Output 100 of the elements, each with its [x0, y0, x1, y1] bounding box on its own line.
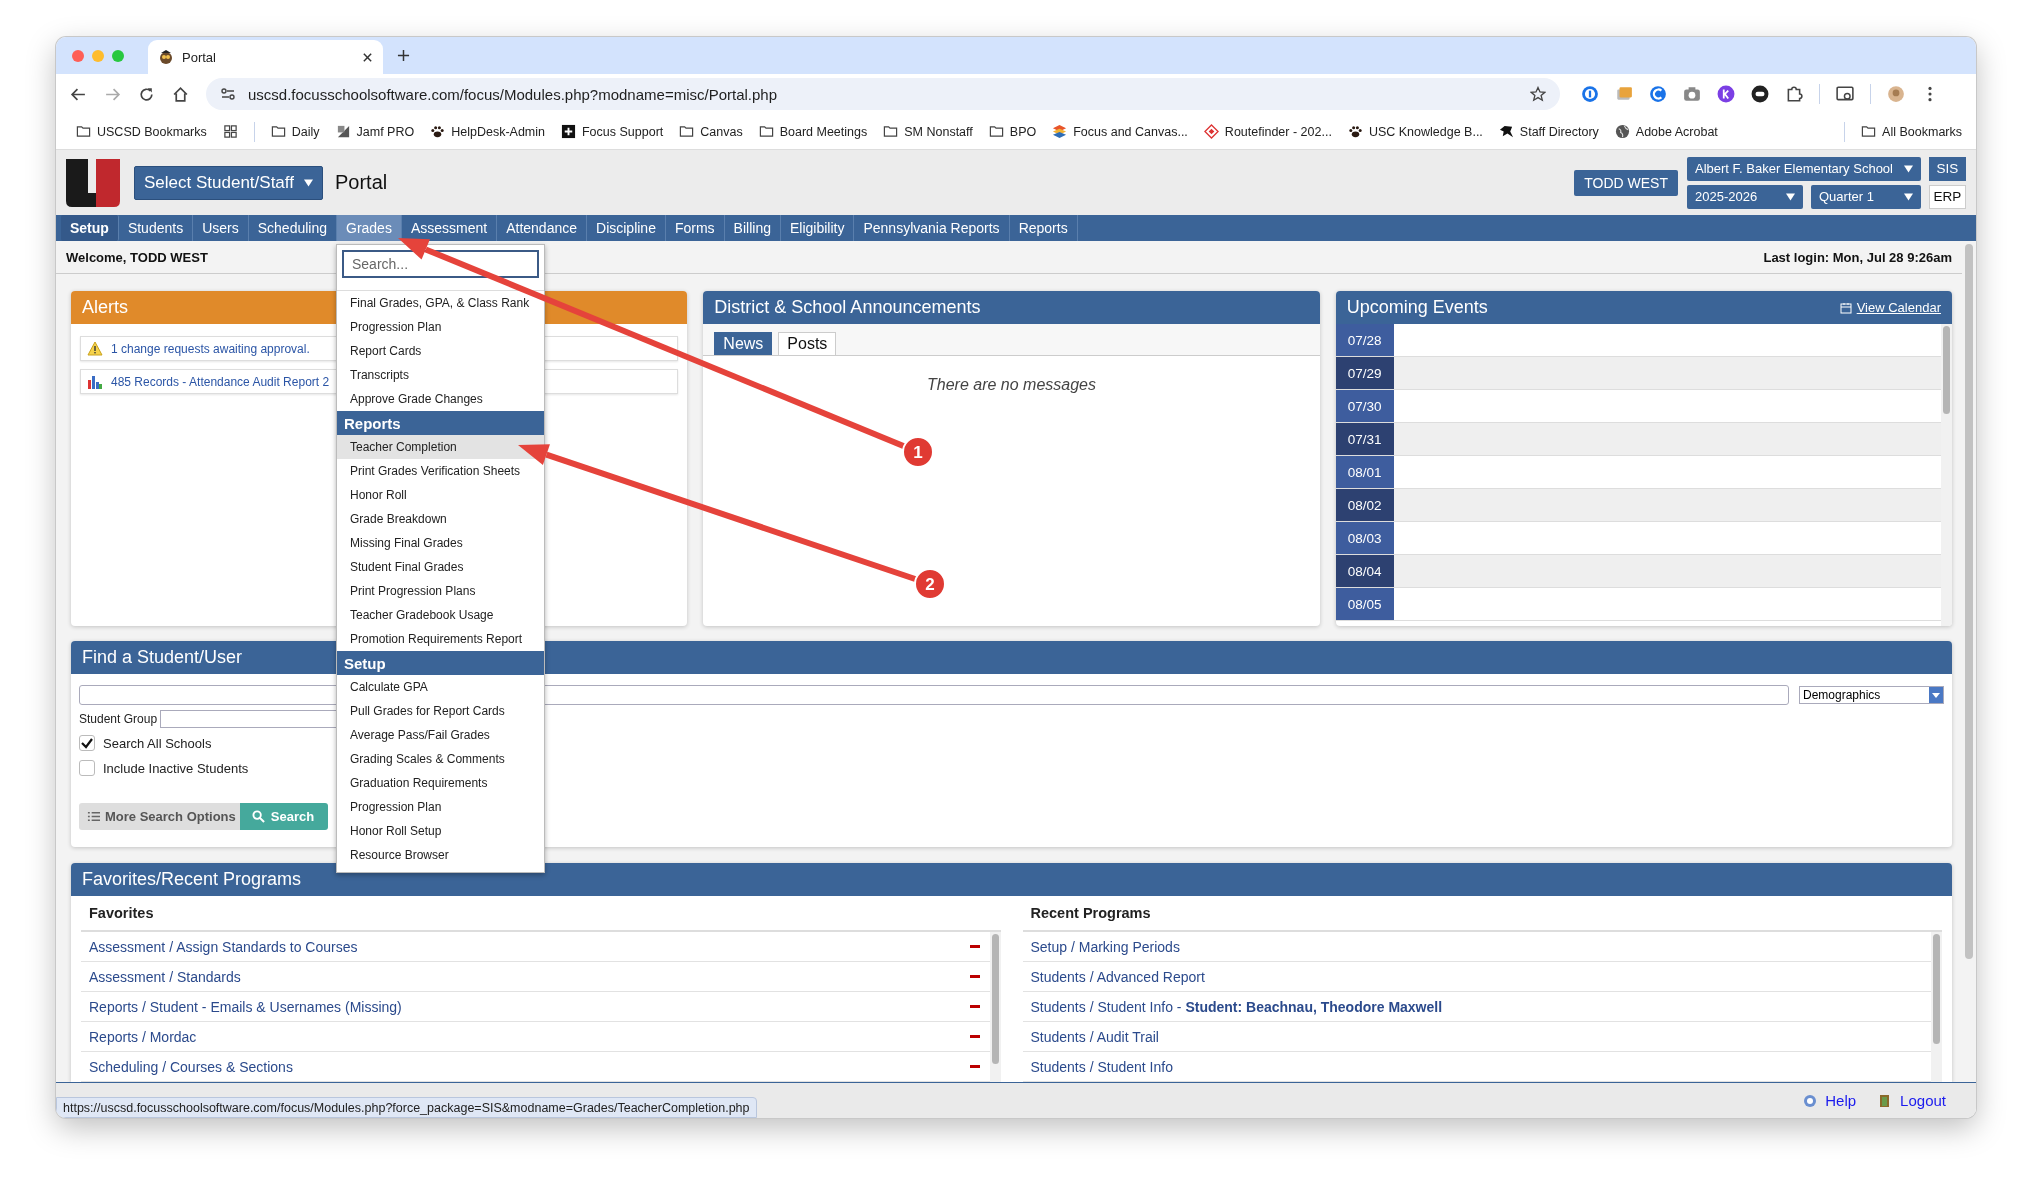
- recent-program-link[interactable]: Students / Student Info: [1030, 1058, 1173, 1075]
- quarter-select[interactable]: Quarter 1: [1811, 184, 1921, 209]
- checkbox[interactable]: [79, 735, 95, 751]
- menu-item[interactable]: Honor Roll: [337, 483, 544, 507]
- menu-item[interactable]: Approve Grade Changes: [337, 387, 544, 411]
- more-options-button[interactable]: More Search Options: [79, 803, 240, 830]
- menu-item[interactable]: Missing Final Grades: [337, 531, 544, 555]
- nav-tab[interactable]: Discipline: [587, 215, 666, 241]
- announcement-tab[interactable]: Posts: [778, 332, 837, 355]
- star-icon[interactable]: [1530, 86, 1546, 103]
- nav-tab[interactable]: Forms: [665, 215, 725, 241]
- menu-item[interactable]: Grading Scales & Comments: [337, 747, 544, 771]
- menu-item[interactable]: Promotion Requirements Report: [337, 627, 544, 651]
- bookmark[interactable]: Jamf PRO: [335, 124, 415, 140]
- puzzle-icon[interactable]: [1785, 85, 1803, 104]
- extension-icon[interactable]: [1751, 85, 1769, 104]
- folder-icon: [1861, 124, 1877, 140]
- reload-button[interactable]: [138, 85, 155, 103]
- avatar-icon[interactable]: [1887, 85, 1905, 104]
- view-calendar-link[interactable]: View Calendar: [1839, 300, 1941, 315]
- bookmark[interactable]: Adobe Acrobat: [1614, 124, 1718, 140]
- event-date: 07/30: [1335, 390, 1394, 422]
- logo-icon: [66, 158, 120, 207]
- nav-tab[interactable]: Pennsylvania Reports: [854, 215, 1010, 241]
- menu-item[interactable]: Final Grades, GPA, & Class Rank: [337, 291, 544, 315]
- bookmark[interactable]: Board Meetings: [758, 124, 868, 140]
- scrollbar[interactable]: [1941, 324, 1952, 626]
- address-field[interactable]: uscsd.focusschoolsoftware.com/focus/Modules.php?modname=misc/Portal.php: [206, 78, 1560, 111]
- bookmark[interactable]: Routefinder - 202...: [1203, 124, 1332, 140]
- menu-item[interactable]: Grade Breakdown: [337, 507, 544, 531]
- site-settings-icon[interactable]: [220, 86, 236, 103]
- apps-grid-icon[interactable]: [222, 124, 238, 140]
- menu-item[interactable]: Print Progression Plans: [337, 579, 544, 603]
- bookmark[interactable]: Focus Support: [561, 124, 664, 140]
- folder-icon: [270, 124, 286, 140]
- menu-search-field[interactable]: Search...: [342, 250, 539, 278]
- menu-item[interactable]: Pull Grades for Report Cards: [337, 699, 544, 723]
- bookmark[interactable]: HelpDesk-Admin: [430, 124, 545, 140]
- remove-icon[interactable]: [969, 975, 980, 978]
- favorite-link[interactable]: Reports / Student - Emails & Usernames (Missing): [89, 998, 402, 1015]
- bookmark[interactable]: Focus and Canvas...: [1052, 124, 1188, 140]
- folder-icon: [988, 124, 1004, 140]
- menu-item[interactable]: Calculate GPA: [337, 675, 544, 699]
- recent-program-link[interactable]: Setup / Marking Periods: [1030, 938, 1180, 955]
- bookmark[interactable]: Canvas: [679, 124, 743, 140]
- bookmark[interactable]: Daily: [270, 124, 320, 140]
- bookmark[interactable]: SM Nonstaff: [883, 124, 973, 140]
- menu-item[interactable]: Progression Plan: [337, 795, 544, 819]
- browser-tab[interactable]: Portal: [148, 40, 383, 75]
- remove-icon[interactable]: [969, 1065, 980, 1068]
- package-tab[interactable]: ERP: [1929, 184, 1966, 209]
- favorite-link[interactable]: Assessment / Standards: [89, 968, 241, 985]
- bookmark[interactable]: USCSD Bookmarks: [76, 124, 207, 140]
- close-icon[interactable]: [362, 51, 373, 63]
- nav-tab[interactable]: Attendance: [497, 215, 587, 241]
- scrollbar[interactable]: [1931, 932, 1942, 1082]
- checkbox[interactable]: [79, 760, 95, 776]
- caret-icon: [1904, 164, 1913, 173]
- menu-item[interactable]: Teacher Gradebook Usage: [337, 603, 544, 627]
- package-tab[interactable]: SIS: [1929, 156, 1966, 181]
- logout-link[interactable]: Logout: [1878, 1092, 1946, 1109]
- school-select[interactable]: Albert F. Baker Elementary School: [1687, 156, 1921, 181]
- favorite-link[interactable]: Scheduling / Courses & Sections: [89, 1058, 293, 1075]
- camera-icon[interactable]: [1683, 85, 1701, 104]
- nav-tab[interactable]: Eligibility: [780, 215, 855, 241]
- year-select[interactable]: 2025-2026: [1687, 184, 1803, 209]
- nav-tab[interactable]: Reports: [1009, 215, 1078, 241]
- recent-program-link[interactable]: Students / Advanced Report: [1030, 968, 1205, 985]
- category-select[interactable]: Demographics: [1799, 686, 1944, 704]
- menu-item[interactable]: Honor Roll Setup: [337, 819, 544, 843]
- favorite-link[interactable]: Reports / Mordac: [89, 1028, 197, 1045]
- menu-item[interactable]: Print Grades Verification Sheets: [337, 459, 544, 483]
- nav-tab[interactable]: Billing: [724, 215, 781, 241]
- nav-tab[interactable]: Users: [193, 215, 249, 241]
- menu-item[interactable]: Teacher Completion: [337, 435, 544, 459]
- bookmark[interactable]: USC Knowledge B...: [1347, 124, 1483, 140]
- menu-item[interactable]: Student Final Grades: [337, 555, 544, 579]
- favorite-link[interactable]: Assessment / Assign Standards to Courses: [89, 938, 358, 955]
- remove-icon[interactable]: [969, 1035, 980, 1038]
- user-button[interactable]: TODD WEST: [1574, 169, 1678, 196]
- menu-item[interactable]: Report Cards: [337, 339, 544, 363]
- bookmark[interactable]: All Bookmarks: [1861, 124, 1962, 140]
- student-select[interactable]: Select Student/Staff: [134, 165, 323, 200]
- new-tab-button[interactable]: [397, 49, 410, 63]
- remove-icon[interactable]: [969, 1005, 980, 1008]
- nav-tab[interactable]: Students: [118, 215, 194, 241]
- bookmark[interactable]: Staff Directory: [1498, 124, 1599, 140]
- folder-icon: [883, 124, 899, 140]
- nav-tab[interactable]: Setup: [61, 215, 119, 241]
- help-link[interactable]: Help: [1803, 1092, 1857, 1109]
- recent-program-link[interactable]: Students / Student Info - Student: Beachnau, Theodore Maxwell: [1030, 998, 1443, 1015]
- recent-program-link[interactable]: Students / Audit Trail: [1030, 1028, 1159, 1045]
- bookmark[interactable]: BPO: [988, 124, 1037, 140]
- menu-item[interactable]: Average Pass/Fail Grades: [337, 723, 544, 747]
- announcement-tab[interactable]: News: [714, 332, 773, 355]
- remove-icon[interactable]: [969, 945, 980, 948]
- menu-item[interactable]: Transcripts: [337, 363, 544, 387]
- menu-item[interactable]: Graduation Requirements: [337, 771, 544, 795]
- scrollbar[interactable]: [989, 932, 1001, 1082]
- home-button[interactable]: [172, 85, 189, 103]
